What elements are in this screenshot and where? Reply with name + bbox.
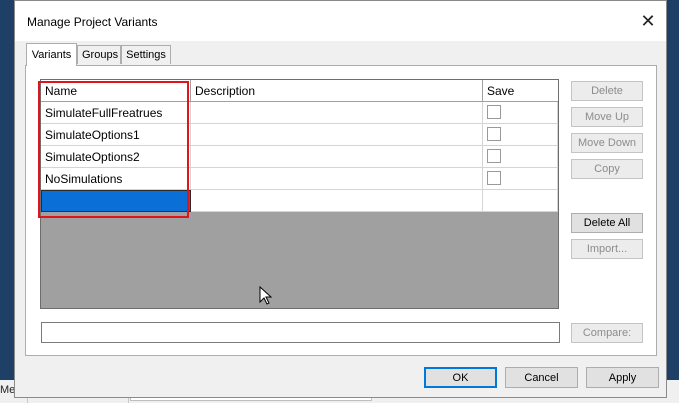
variant-save-cell (483, 124, 558, 146)
table-row[interactable]: SimulateFullFreatrues (41, 102, 558, 124)
apply-button[interactable]: Apply (586, 367, 659, 388)
window-title: Manage Project Variants (27, 15, 158, 29)
column-header-name[interactable]: Name (41, 80, 191, 102)
table-row[interactable]: SimulateOptions1 (41, 124, 558, 146)
variant-save-cell (483, 102, 558, 124)
variant-name-cell[interactable]: SimulateOptions1 (41, 124, 191, 146)
variant-save-cell (483, 190, 558, 212)
save-checkbox[interactable] (487, 149, 501, 163)
variant-name-cell[interactable]: SimulateOptions2 (41, 146, 191, 168)
tab-variants[interactable]: Variants (26, 43, 77, 66)
variant-description-cell[interactable] (191, 190, 483, 212)
variant-save-cell (483, 146, 558, 168)
variant-description-cell[interactable] (191, 146, 483, 168)
tab-settings[interactable]: Settings (121, 45, 171, 64)
move-up-button[interactable]: Move Up (571, 107, 643, 127)
ok-button[interactable]: OK (424, 367, 497, 388)
delete-all-button[interactable]: Delete All (571, 213, 643, 233)
variants-grid[interactable]: Name Description Save SimulateFullFreatr… (40, 79, 559, 309)
column-header-description[interactable]: Description (191, 80, 483, 102)
mouse-cursor-icon (259, 286, 273, 305)
table-row[interactable]: SimulateOptions2 (41, 146, 558, 168)
move-down-button[interactable]: Move Down (571, 133, 643, 153)
tab-groups[interactable]: Groups (77, 45, 121, 64)
save-checkbox[interactable] (487, 105, 501, 119)
save-checkbox[interactable] (487, 171, 501, 185)
compare-button[interactable]: Compare: (571, 323, 643, 343)
variant-description-cell[interactable] (191, 102, 483, 124)
close-icon[interactable]: ✕ (636, 9, 660, 33)
manage-project-variants-dialog: Manage Project Variants ✕ Variants Group… (14, 0, 667, 398)
import-button[interactable]: Import... (571, 239, 643, 259)
save-checkbox[interactable] (487, 127, 501, 141)
title-bar[interactable]: Manage Project Variants ✕ (15, 1, 666, 41)
new-variant-name-cell[interactable] (41, 190, 191, 212)
cancel-button[interactable]: Cancel (505, 367, 578, 388)
variant-name-cell[interactable]: NoSimulations (41, 168, 191, 190)
compare-input[interactable] (41, 322, 560, 343)
delete-button[interactable]: Delete (571, 81, 643, 101)
variant-description-cell[interactable] (191, 124, 483, 146)
table-row-new[interactable] (41, 190, 558, 212)
column-header-save[interactable]: Save (483, 80, 558, 102)
variant-save-cell (483, 168, 558, 190)
variant-name-cell[interactable]: SimulateFullFreatrues (41, 102, 191, 124)
variant-description-cell[interactable] (191, 168, 483, 190)
table-row[interactable]: NoSimulations (41, 168, 558, 190)
copy-button[interactable]: Copy (571, 159, 643, 179)
